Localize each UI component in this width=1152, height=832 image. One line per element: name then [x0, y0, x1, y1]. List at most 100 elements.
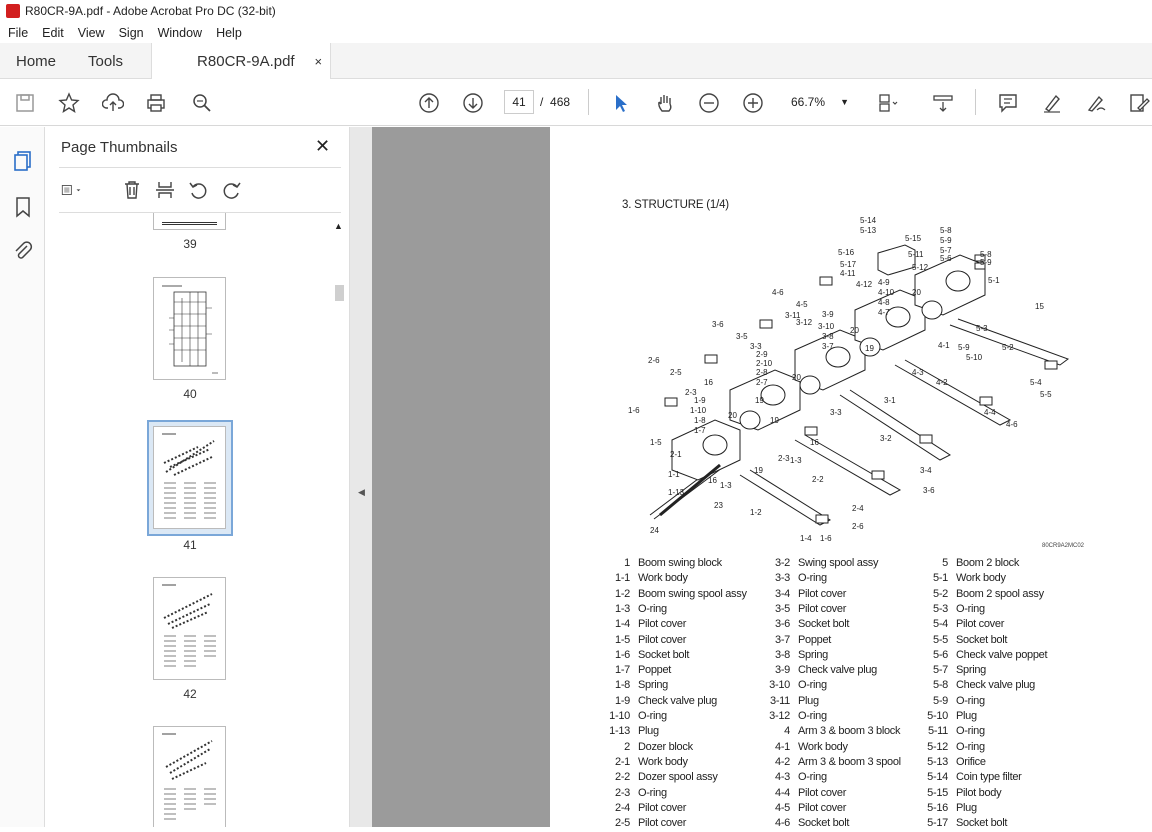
upload-cloud-icon[interactable]: [100, 90, 126, 116]
parts-row: 3-8 Spring: [762, 649, 828, 664]
part-number: 5-11: [928, 725, 948, 738]
part-name: Swing spool assy: [798, 557, 879, 569]
part-name: Work body: [956, 572, 1006, 585]
scroll-mode-icon[interactable]: [930, 90, 956, 116]
zoom-level-select[interactable]: 66.7% ▼: [785, 90, 855, 114]
scrollbar-thumb[interactable]: [335, 285, 344, 301]
menu-help[interactable]: Help: [208, 26, 248, 40]
part-number: 1-9: [615, 694, 630, 707]
parts-row: 5-4 Pilot cover: [920, 618, 1004, 633]
diagram-callout: 3-8: [822, 332, 834, 341]
diagram-callout: 3-3: [830, 408, 842, 417]
print-icon[interactable]: [143, 90, 169, 116]
page-thumbnail[interactable]: [153, 726, 226, 827]
menu-edit[interactable]: Edit: [34, 26, 70, 40]
tab-close-icon[interactable]: ×: [314, 54, 322, 69]
zoom-in-icon[interactable]: [740, 90, 766, 116]
star-icon[interactable]: [56, 90, 82, 116]
toolbar: [0, 79, 1152, 126]
chevron-down-icon: ▼: [840, 97, 849, 107]
parts-row: 2-1 Work body: [602, 756, 688, 771]
thumbnail-label: 39: [183, 237, 197, 251]
diagram-callout: 1-4: [800, 534, 812, 543]
diagram-callout: 5-14: [860, 216, 877, 225]
part-name: Plug: [798, 694, 819, 707]
part-name: O-ring: [638, 786, 667, 799]
menu-view[interactable]: View: [70, 26, 111, 40]
parts-row: 1-4 Pilot cover: [602, 618, 686, 633]
tab-tools[interactable]: Tools: [72, 43, 151, 79]
part-number: 5-4: [933, 618, 948, 631]
parts-row: 3-3 O-ring: [762, 572, 827, 587]
parts-row: 1-3 O-ring: [602, 603, 667, 618]
diagram-callout: 24: [650, 526, 659, 535]
pdf-page: 3. STRUCTURE (1/4) 5-14 5-13 5-15 5-16 5…: [550, 127, 1152, 829]
page-thumbnails-icon[interactable]: [11, 149, 35, 173]
attachment-icon[interactable]: [11, 239, 35, 263]
page-thumbnail[interactable]: [153, 277, 226, 380]
menu-file[interactable]: File: [0, 26, 34, 40]
page-number-input[interactable]: 41: [504, 90, 534, 114]
part-name: O-ring: [638, 602, 667, 615]
thumbnail-scrollbar[interactable]: ▲: [332, 219, 346, 827]
parts-row: 3-5 Pilot cover: [762, 603, 846, 618]
scroll-up-icon[interactable]: ▲: [334, 221, 343, 231]
part-name: Plug: [956, 710, 977, 722]
extract-page-icon[interactable]: [154, 179, 176, 203]
part-name: O-ring: [798, 771, 827, 784]
edit-pdf-icon[interactable]: [1126, 90, 1152, 116]
page-thumbnail-current[interactable]: [153, 426, 226, 529]
parts-row: 4-3 O-ring: [762, 771, 827, 786]
menu-sign[interactable]: Sign: [111, 26, 150, 40]
next-page-icon[interactable]: [460, 90, 486, 116]
part-number: 4-3: [775, 771, 790, 784]
diagram-callout: 5-13: [860, 226, 877, 235]
page-display-icon[interactable]: [875, 90, 901, 116]
figure-code: 80CR9A2MC02: [1042, 543, 1085, 549]
part-number: 2-5: [615, 817, 630, 830]
tab-document[interactable]: R80CR-9A.pdf ×: [151, 43, 332, 79]
parts-row: 1-6 Socket bolt: [602, 649, 689, 664]
parts-row: 2-5 Pilot cover: [602, 817, 686, 832]
tab-home[interactable]: Home: [0, 43, 72, 79]
part-name: Dozer spool assy: [638, 771, 718, 784]
parts-row: 2-3 O-ring: [602, 787, 667, 802]
rotate-counterclockwise-icon[interactable]: [187, 179, 209, 203]
tab-bar: Home Tools R80CR-9A.pdf ×: [0, 43, 1152, 79]
tab-document-label: R80CR-9A.pdf: [197, 52, 295, 70]
bookmark-icon[interactable]: [11, 195, 35, 219]
part-name: O-ring: [638, 710, 667, 722]
zoom-out-icon[interactable]: [696, 90, 722, 116]
comment-icon[interactable]: [995, 90, 1021, 116]
page-thumbnail[interactable]: [153, 577, 226, 680]
sign-pen-icon[interactable]: [1083, 90, 1109, 116]
diagram-callout: 23: [714, 501, 723, 510]
save-icon[interactable]: [12, 90, 38, 116]
rotate-clockwise-icon[interactable]: [221, 179, 243, 203]
highlight-pen-icon[interactable]: [1039, 90, 1065, 116]
diagram-callout: 3-6: [923, 486, 935, 495]
hand-tool-icon[interactable]: [652, 90, 678, 116]
panel-collapse-handle[interactable]: ◀: [350, 127, 372, 827]
diagram-callout: 5-15: [905, 234, 922, 243]
part-name: Pilot cover: [638, 801, 687, 814]
part-name: Check valve plug: [638, 694, 717, 707]
diagram-callout: 1-6: [820, 534, 832, 543]
parts-row: 3-4 Pilot cover: [762, 588, 846, 603]
diagram-callout: 5-1: [988, 276, 1000, 285]
diagram-callout: 5-9: [980, 258, 992, 267]
thumbnail-options-icon[interactable]: [61, 179, 83, 203]
panel-close-icon[interactable]: ✕: [315, 136, 330, 157]
previous-page-icon[interactable]: [416, 90, 442, 116]
part-number: 5-13: [927, 755, 948, 768]
page-thumbnail[interactable]: [153, 213, 226, 230]
part-number: 5-15: [927, 786, 948, 799]
parts-row: 5-17 Socket bolt: [920, 817, 1007, 832]
part-name: Pilot cover: [798, 801, 847, 814]
menu-window[interactable]: Window: [150, 26, 208, 40]
zoom-search-icon[interactable]: [189, 90, 215, 116]
parts-row: 5-5 Socket bolt: [920, 634, 1007, 649]
select-cursor-icon[interactable]: [608, 90, 634, 116]
part-number: 1-7: [615, 664, 630, 677]
delete-page-icon[interactable]: [121, 179, 143, 203]
